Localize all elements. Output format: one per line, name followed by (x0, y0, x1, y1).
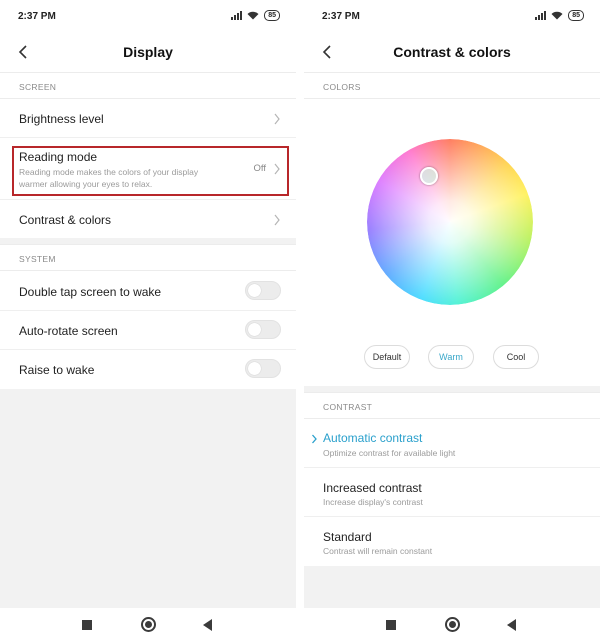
standard-contrast-label: Standard (323, 530, 372, 544)
recents-icon[interactable] (82, 620, 92, 630)
contrast-colors-label: Contrast & colors (19, 213, 112, 227)
reading-mode-label: Reading mode (19, 150, 98, 164)
status-icons: 85 (535, 10, 584, 21)
section-screen-header: SCREEN (0, 72, 296, 99)
raise-to-wake-row: Raise to wake (0, 350, 296, 389)
signal-icon (535, 11, 547, 20)
section-contrast-label: CONTRAST (323, 402, 373, 412)
chevron-right-icon (274, 113, 280, 125)
toggle-knob (248, 284, 261, 297)
auto-rotate-label: Auto-rotate screen (19, 324, 118, 338)
raise-to-wake-label: Raise to wake (19, 363, 95, 377)
status-bar: 2:37 PM 85 (0, 0, 296, 32)
section-screen-label: SCREEN (19, 82, 57, 92)
double-tap-wake-row: Double tap screen to wake (0, 271, 296, 311)
auto-rotate-row: Auto-rotate screen (0, 311, 296, 350)
page-title: Display (123, 44, 173, 60)
automatic-contrast-option[interactable]: Automatic contrast Optimize contrast for… (304, 419, 600, 468)
section-system-label: SYSTEM (19, 254, 56, 264)
reading-mode-description-line1: Reading mode makes the colors of your di… (19, 167, 199, 177)
increased-contrast-label: Increased contrast (323, 481, 422, 495)
status-time: 2:37 PM (18, 11, 56, 22)
title-bar: Display (0, 32, 296, 72)
home-icon[interactable] (445, 617, 460, 632)
brightness-level-label: Brightness level (19, 112, 104, 126)
battery-icon: 85 (264, 10, 280, 21)
brightness-level-row[interactable]: Brightness level (0, 99, 296, 138)
back-icon[interactable] (203, 619, 212, 631)
color-picker-handle[interactable] (420, 167, 438, 185)
toggle-knob (248, 323, 261, 336)
preset-default-button[interactable]: Default (364, 345, 410, 369)
recents-icon[interactable] (386, 620, 396, 630)
signal-icon (231, 11, 243, 20)
increased-contrast-description: Increase display's contrast (323, 497, 423, 507)
section-contrast-header: CONTRAST (304, 392, 600, 419)
display-screen: 2:37 PM 85 Display SCREEN Brightness lev… (0, 0, 296, 643)
title-bar: Contrast & colors (304, 32, 600, 72)
chevron-right-icon (274, 214, 280, 226)
contrast-colors-row[interactable]: Contrast & colors (0, 200, 296, 238)
automatic-contrast-label: Automatic contrast (323, 431, 423, 445)
page-title: Contrast & colors (393, 44, 511, 60)
contrast-colors-screen: 2:37 PM 85 Contrast & colors COLORS Defa… (304, 0, 600, 643)
screen-gap (296, 0, 304, 643)
double-tap-wake-toggle[interactable] (245, 281, 281, 300)
standard-contrast-description: Contrast will remain constant (323, 546, 433, 556)
selected-check-icon (312, 434, 317, 444)
double-tap-wake-label: Double tap screen to wake (19, 285, 162, 299)
status-bar: 2:37 PM 85 (304, 0, 600, 32)
section-colors-header: COLORS (304, 72, 600, 99)
navigation-bar (304, 608, 600, 643)
home-icon[interactable] (141, 617, 156, 632)
section-colors-label: COLORS (323, 82, 361, 92)
preset-cool-button[interactable]: Cool (493, 345, 539, 369)
battery-icon: 85 (568, 10, 584, 21)
status-icons: 85 (231, 10, 280, 21)
preset-warm-button[interactable]: Warm (428, 345, 474, 369)
raise-to-wake-toggle[interactable] (245, 359, 281, 378)
increased-contrast-option[interactable]: Increased contrast Increase display's co… (304, 468, 600, 517)
toggle-knob (248, 362, 261, 375)
standard-contrast-option[interactable]: Standard Contrast will remain constant (304, 517, 600, 566)
empty-area (0, 389, 296, 608)
auto-rotate-toggle[interactable] (245, 320, 281, 339)
wifi-icon (247, 11, 259, 20)
back-icon[interactable] (507, 619, 516, 631)
section-system-header: SYSTEM (0, 244, 296, 271)
navigation-bar (0, 608, 296, 643)
wifi-icon (551, 11, 563, 20)
color-wheel[interactable] (367, 139, 533, 305)
color-wheel-center (367, 139, 533, 305)
automatic-contrast-description: Optimize contrast for available light (323, 448, 456, 458)
reading-mode-row[interactable]: Reading mode Reading mode makes the colo… (0, 138, 296, 200)
status-time: 2:37 PM (322, 11, 360, 22)
empty-area (304, 566, 600, 608)
chevron-right-icon (274, 163, 280, 175)
reading-mode-value: Off (253, 163, 267, 174)
reading-mode-description-line2: warmer allowing your eyes to relax. (19, 179, 153, 189)
